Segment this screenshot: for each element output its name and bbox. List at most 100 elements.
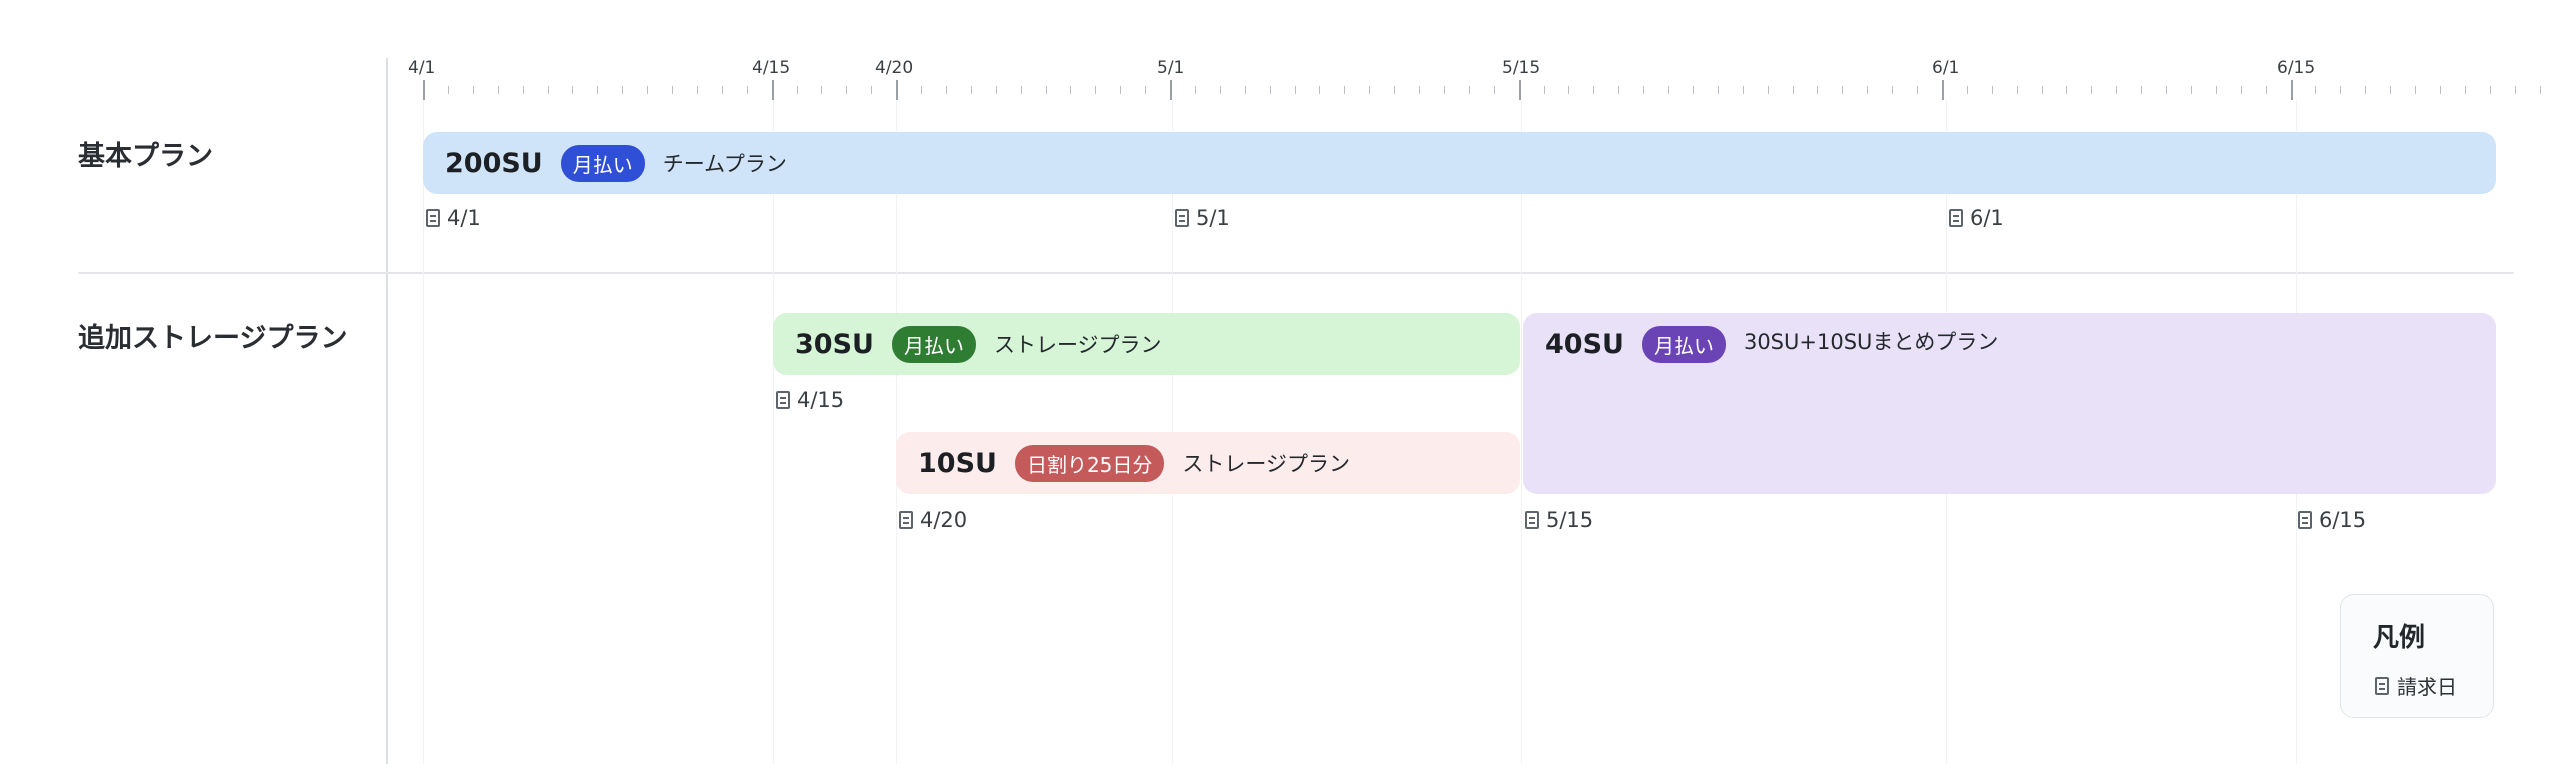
axis-label: 6/15 bbox=[2277, 58, 2316, 78]
receipt-icon bbox=[899, 511, 913, 529]
axis-minor-tick bbox=[1195, 86, 1196, 94]
row-separator bbox=[78, 272, 2514, 274]
axis-minor-tick bbox=[2515, 86, 2516, 94]
axis-minor-tick bbox=[647, 86, 648, 94]
axis-minor-tick bbox=[2191, 86, 2192, 94]
label-column-divider bbox=[386, 58, 388, 764]
billing-type-badge: 月払い bbox=[891, 325, 976, 363]
axis-minor-tick bbox=[846, 86, 847, 94]
storage-30su-bar[interactable]: 30SU 月払い ストレージプラン bbox=[773, 313, 1520, 375]
billing-date-marker: 4/15 bbox=[776, 388, 844, 412]
axis-minor-tick bbox=[1494, 86, 1495, 94]
gridline-4-20 bbox=[896, 100, 897, 764]
receipt-icon bbox=[426, 209, 440, 227]
axis-minor-tick bbox=[1021, 86, 1022, 94]
plan-name: ストレージプラン bbox=[1182, 452, 1350, 476]
axis-minor-tick bbox=[1046, 86, 1047, 94]
axis-minor-tick bbox=[2340, 86, 2341, 94]
axis-minor-tick bbox=[1693, 86, 1694, 94]
axis-minor-tick bbox=[1768, 86, 1769, 94]
gridline-4-1 bbox=[423, 100, 424, 764]
axis-minor-tick bbox=[2166, 86, 2167, 94]
axis-minor-tick bbox=[871, 86, 872, 94]
plan-amount: 40SU bbox=[1545, 328, 1624, 360]
axis-major-tick bbox=[772, 80, 774, 100]
axis-minor-tick bbox=[2091, 86, 2092, 94]
axis-minor-tick bbox=[1095, 86, 1096, 94]
axis-minor-tick bbox=[473, 86, 474, 94]
plan-name: ストレージプラン bbox=[993, 333, 1162, 357]
storage-40su-combined-bar[interactable]: 40SU 月払い 30SU+10SUまとめプラン bbox=[1523, 313, 2496, 494]
billing-type-badge: 月払い bbox=[560, 144, 645, 182]
axis-minor-tick bbox=[672, 86, 673, 94]
receipt-icon bbox=[1525, 511, 1539, 529]
axis-minor-tick bbox=[1544, 86, 1545, 94]
axis-minor-tick bbox=[2116, 86, 2117, 94]
axis-minor-tick bbox=[1444, 86, 1445, 94]
axis-label: 4/15 bbox=[752, 58, 791, 78]
legend: 凡例 請求日 bbox=[2340, 594, 2494, 718]
row-label-basic-plan: 基本プラン bbox=[78, 141, 213, 172]
axis-minor-tick bbox=[1793, 86, 1794, 94]
plan-name: チームプラン bbox=[662, 152, 787, 176]
axis-minor-tick bbox=[1319, 86, 1320, 94]
plan-amount: 30SU bbox=[795, 328, 874, 360]
receipt-icon bbox=[1949, 209, 1963, 227]
axis-label: 4/1 bbox=[408, 58, 436, 78]
axis-minor-tick bbox=[1718, 86, 1719, 94]
axis-minor-tick bbox=[498, 86, 499, 94]
axis-minor-tick bbox=[996, 86, 997, 94]
axis-minor-tick bbox=[821, 86, 822, 94]
billing-date: 4/20 bbox=[920, 508, 968, 532]
axis-minor-tick bbox=[1270, 86, 1271, 94]
axis-minor-tick bbox=[1668, 86, 1669, 94]
axis-minor-tick bbox=[1070, 86, 1071, 94]
axis-minor-tick bbox=[1992, 86, 1993, 94]
axis-major-tick bbox=[2291, 80, 2293, 100]
axis-minor-tick bbox=[2066, 86, 2067, 94]
axis-minor-tick bbox=[2490, 86, 2491, 94]
axis-label: 6/1 bbox=[1932, 58, 1960, 78]
axis-minor-tick bbox=[1867, 86, 1868, 94]
axis-minor-tick bbox=[2465, 86, 2466, 94]
axis-major-tick bbox=[896, 80, 898, 100]
axis-minor-tick bbox=[2440, 86, 2441, 94]
legend-title: 凡例 bbox=[2373, 623, 2426, 653]
legend-item: 請求日 bbox=[2375, 671, 2457, 700]
billing-date: 5/15 bbox=[1546, 508, 1594, 532]
billing-date-marker: 4/20 bbox=[899, 508, 967, 532]
axis-minor-tick bbox=[523, 86, 524, 94]
axis-minor-tick bbox=[1743, 86, 1744, 94]
axis-label: 5/15 bbox=[1502, 58, 1541, 78]
axis-minor-tick bbox=[1842, 86, 1843, 94]
plan-name: 30SU+10SUまとめプラン bbox=[1743, 330, 1999, 354]
axis-minor-tick bbox=[597, 86, 598, 94]
axis-minor-tick bbox=[946, 86, 947, 94]
receipt-icon bbox=[2298, 511, 2312, 529]
axis-minor-tick bbox=[1344, 86, 1345, 94]
axis-minor-tick bbox=[722, 86, 723, 94]
axis-minor-tick bbox=[1394, 86, 1395, 94]
axis-minor-tick bbox=[2365, 86, 2366, 94]
storage-10su-bar[interactable]: 10SU 日割り25日分 ストレージプラン bbox=[896, 432, 1520, 494]
axis-minor-tick bbox=[1220, 86, 1221, 94]
billing-date: 4/1 bbox=[447, 206, 481, 230]
basic-plan-bar[interactable]: 200SU 月払い チームプラン bbox=[423, 132, 2496, 194]
axis-minor-tick bbox=[2141, 86, 2142, 94]
bar-header: 40SU 月払い 30SU+10SUまとめプラン bbox=[1545, 313, 1998, 375]
billing-date: 6/1 bbox=[1970, 206, 2004, 230]
axis-minor-tick bbox=[622, 86, 623, 94]
plan-amount: 200SU bbox=[445, 147, 543, 179]
axis-minor-tick bbox=[1295, 86, 1296, 94]
billing-date: 5/1 bbox=[1196, 206, 1230, 230]
billing-date-marker: 4/1 bbox=[426, 206, 481, 230]
receipt-icon bbox=[776, 391, 790, 409]
axis-minor-tick bbox=[2017, 86, 2018, 94]
axis-minor-tick bbox=[2315, 86, 2316, 94]
billing-type-badge: 日割り25日分 bbox=[1014, 444, 1165, 482]
axis-minor-tick bbox=[2042, 86, 2043, 94]
axis-minor-tick bbox=[1817, 86, 1818, 94]
axis-minor-tick bbox=[548, 86, 549, 94]
axis-major-tick bbox=[423, 80, 425, 100]
billing-date-marker: 6/1 bbox=[1949, 206, 2004, 230]
